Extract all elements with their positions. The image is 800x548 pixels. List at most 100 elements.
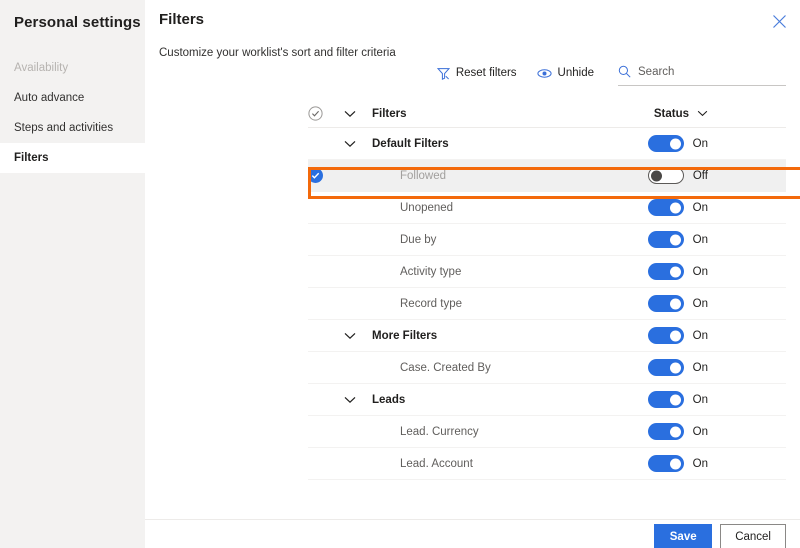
column-header-filters: Filters [372,107,407,120]
sidebar-item-auto-advance[interactable]: Auto advance [0,83,145,113]
status-label: On [692,233,708,246]
settings-dialog: Personal settings Availability Auto advan… [0,0,800,548]
status-toggle[interactable] [647,135,684,152]
table-row[interactable]: Unopened On [308,192,786,224]
chevron-down-icon [344,110,356,117]
row-label: Followed [400,169,447,182]
toggle-knob [650,170,662,181]
sidebar: Personal settings Availability Auto advan… [0,0,145,548]
close-button[interactable] [766,8,792,34]
status-toggle[interactable] [647,359,684,376]
row-expand-toggle[interactable] [344,332,372,340]
row-status-cell: On [647,295,708,312]
footer-divider [145,519,800,520]
toggle-knob [669,234,681,245]
status-toggle[interactable] [647,231,684,248]
status-toggle[interactable] [647,263,684,280]
toggle-knob [669,458,681,469]
status-label: On [692,201,708,214]
table-header-row: Filters Status [308,100,786,128]
row-status-cell: Off [647,167,708,184]
status-toggle[interactable] [647,327,684,344]
select-all-button[interactable] [308,106,344,121]
row-check-cell[interactable] [308,168,344,183]
chevron-down-icon [697,110,708,117]
search-placeholder: Search [638,65,675,78]
unhide-button[interactable]: Unhide [527,61,604,85]
save-button[interactable]: Save [654,524,713,548]
row-status-cell: On [647,135,708,152]
status-toggle[interactable] [647,199,684,216]
toggle-knob [669,266,681,277]
chevron-down-icon [344,396,356,403]
table-row[interactable]: Leads On [308,384,786,416]
table-row[interactable]: Activity type On [308,256,786,288]
row-status-cell: On [647,199,708,216]
column-header-status[interactable]: Status [654,108,708,120]
toggle-knob [669,138,681,149]
status-label: On [692,297,708,310]
status-toggle[interactable] [647,295,684,312]
row-label: Lead. Account [400,457,473,470]
sidebar-item-label: Steps and activities [14,122,114,134]
command-bar: Reset filters Unhide Search [145,60,786,86]
column-header-status-label: Status [653,107,689,120]
row-status-cell: On [647,455,708,472]
row-status-cell: On [647,423,708,440]
toggle-knob [669,202,681,213]
row-status-cell: On [647,327,708,344]
search-input[interactable]: Search [618,60,786,86]
table-row[interactable]: Lead. Account On [308,448,786,480]
toggle-knob [669,298,681,309]
sidebar-item-filters[interactable]: Filters [0,143,145,173]
search-icon [618,65,631,78]
check-circle-icon [308,106,323,121]
sidebar-item-steps-and-activities[interactable]: Steps and activities [0,113,145,143]
row-label: Activity type [400,265,462,278]
table-row[interactable]: Case. Created By On [308,352,786,384]
table-row[interactable]: Default Filters On [308,128,786,160]
unhide-label: Unhide [557,67,594,79]
table-row[interactable]: Due by On [308,224,786,256]
status-label: On [692,361,708,374]
table-row[interactable]: Lead. Currency On [308,416,786,448]
table-row[interactable]: Followed Off [308,160,786,192]
row-label: Lead. Currency [400,425,479,438]
row-checkbox[interactable] [308,168,323,183]
status-label: On [692,137,708,150]
status-toggle[interactable] [647,167,684,184]
toggle-knob [669,426,681,437]
status-label: On [692,457,708,470]
main-panel: Filters Customize your worklist's sort a… [145,0,800,548]
reset-filters-label: Reset filters [455,67,517,79]
status-toggle[interactable] [647,423,684,440]
table-row[interactable]: Record type On [308,288,786,320]
toggle-knob [669,394,681,405]
filter-reset-icon [436,67,450,80]
status-toggle[interactable] [647,455,684,472]
expand-all-button[interactable] [344,110,372,118]
status-label: On [692,265,708,278]
table-row[interactable]: More Filters On [308,320,786,352]
chevron-down-icon [344,140,356,147]
toggle-knob [669,330,681,341]
row-expand-toggle[interactable] [344,396,372,404]
cancel-button[interactable]: Cancel [720,524,786,548]
filters-table: Filters Status Default Filters On Followed… [308,100,786,480]
row-expand-toggle[interactable] [344,140,372,148]
eye-icon [536,67,552,80]
row-label: Case. Created By [400,361,491,374]
row-label: Default Filters [372,137,449,150]
sidebar-item-label: Availability [14,62,69,74]
status-label: On [692,393,708,406]
row-status-cell: On [647,359,708,376]
toggle-knob [669,362,681,373]
status-toggle[interactable] [647,391,684,408]
sidebar-item-label: Filters [14,152,49,164]
row-label: More Filters [372,329,438,342]
row-label: Leads [372,393,406,406]
sidebar-item-availability[interactable]: Availability [0,53,145,83]
reset-filters-button[interactable]: Reset filters [427,61,527,85]
status-label: On [692,329,708,342]
sidebar-nav: Availability Auto advance Steps and activi… [0,53,145,173]
